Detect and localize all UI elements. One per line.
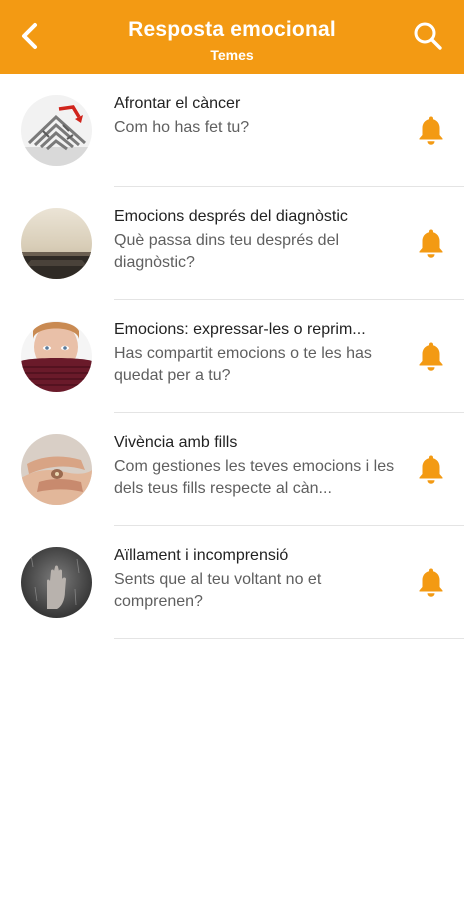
topic-subtitle: Com gestiones les teves emocions i les d… [114,458,395,497]
topic-thumbnail [21,547,92,618]
topic-title: Emocions: expressar-les o reprim... [114,321,366,338]
topic-title: Emocions després del diagnòstic [114,208,348,225]
app-bar: Resposta emocional Temes [0,0,464,74]
topic-thumbnail [21,434,92,505]
divider [114,638,464,639]
topic-subtitle: Què passa dins teu després del diagnòsti… [114,232,340,271]
topic-title: Vivència amb fills [114,434,238,451]
chevron-left-icon [22,23,37,49]
header-titles: Resposta emocional Temes [80,16,384,64]
topic-thumbnail [21,95,92,166]
bell-icon[interactable] [417,566,445,598]
topic-title: Afrontar el càncer [114,95,241,112]
list-item[interactable]: Vivència amb fills Com gestiones les tev… [0,413,464,526]
topic-title: Aïllament i incomprensió [114,547,289,564]
topic-subtitle: Has compartit emocions o te les has qued… [114,345,372,384]
list-item[interactable]: Aïllament i incomprensió Sents que al te… [0,526,464,639]
list-item[interactable]: Afrontar el càncer Com ho has fet tu? [0,74,464,187]
topic-subtitle: Sents que al teu voltant no et comprenen… [114,571,322,610]
search-icon [414,22,442,50]
bell-icon[interactable] [417,227,445,259]
list-item[interactable]: Emocions: expressar-les o reprim... Has … [0,300,464,413]
topic-thumbnail [21,208,92,279]
bell-icon[interactable] [417,114,445,146]
topic-subtitle: Com ho has fet tu? [114,119,250,136]
page-subtitle: Temes [210,47,254,63]
search-button[interactable] [406,14,450,58]
list-item[interactable]: Emocions després del diagnòstic Què pass… [0,187,464,300]
bell-icon[interactable] [417,340,445,372]
back-button[interactable] [8,14,52,58]
topics-list: Afrontar el càncer Com ho has fet tu? Em… [0,74,464,639]
page-title: Resposta emocional [128,18,336,41]
bell-icon[interactable] [417,453,445,485]
topic-thumbnail [21,321,92,392]
